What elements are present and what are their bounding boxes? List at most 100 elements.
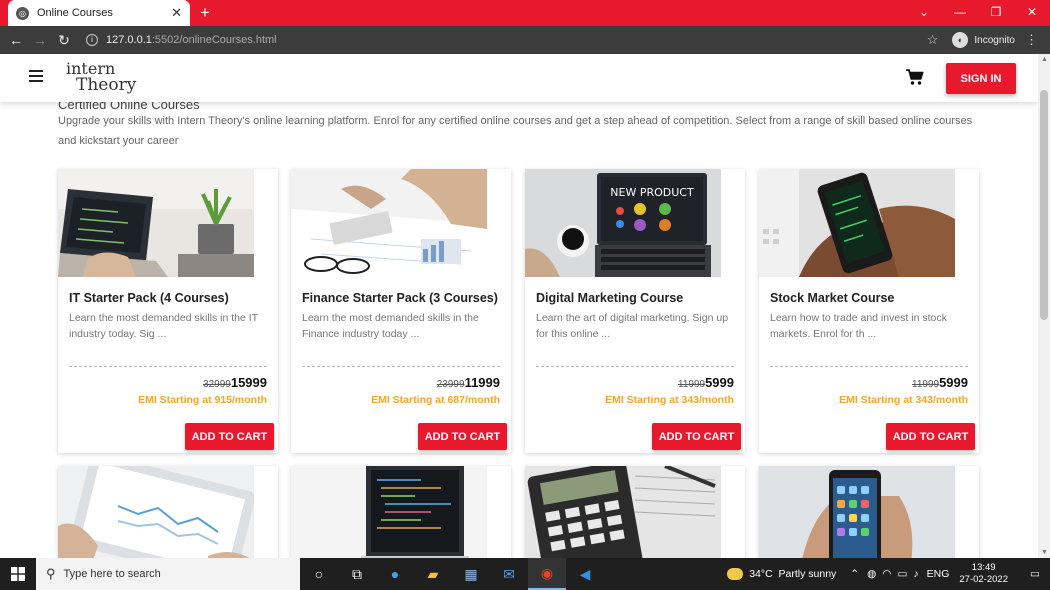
course-title[interactable]: IT Starter Pack (4 Courses): [69, 291, 229, 305]
weather-widget[interactable]: 34°C Partly sunny: [727, 568, 836, 580]
restore-icon[interactable]: ❐: [978, 0, 1014, 26]
browser-menu-icon[interactable]: ⋮: [1025, 32, 1038, 48]
course-title[interactable]: Digital Marketing Course: [536, 291, 683, 305]
course-image-coding: [291, 466, 487, 558]
shopping-cart-icon[interactable]: [905, 68, 925, 86]
thumb-new-product-text: NEW PRODUCT: [610, 186, 694, 199]
wifi-icon[interactable]: ◠: [882, 568, 891, 580]
scroll-up-icon[interactable]: ▲: [1041, 56, 1048, 63]
url-field[interactable]: i 127.0.0.1:5502/onlineCourses.html: [86, 34, 927, 46]
course-description: Learn the art of digital marketing. Sign…: [536, 312, 729, 340]
course-card-row2-2[interactable]: [291, 466, 511, 558]
course-card-finance[interactable]: Finance Starter Pack (3 Courses) Learn t…: [291, 169, 511, 453]
new-price: 5999: [705, 375, 734, 390]
course-image-digital-marketing: NEW PRODUCT: [525, 169, 721, 277]
old-price: 11999: [912, 379, 940, 390]
course-description: Learn the most demanded skills in the IT…: [69, 312, 258, 340]
add-to-cart-button[interactable]: ADD TO CART: [652, 423, 741, 450]
site-header: intern Theory SIGN IN: [0, 54, 1038, 102]
old-price: 32999: [203, 379, 231, 390]
price-divider: [302, 366, 500, 367]
forward-icon[interactable]: →: [28, 32, 52, 48]
course-image-it: [58, 169, 254, 277]
add-to-cart-button[interactable]: ADD TO CART: [418, 423, 507, 450]
site-info-icon[interactable]: i: [86, 34, 98, 46]
course-card-row2-1[interactable]: [58, 466, 278, 558]
course-description: Learn the most demanded skills in the Fi…: [302, 312, 479, 340]
windows-start-icon[interactable]: [0, 567, 36, 581]
add-to-cart-button[interactable]: ADD TO CART: [185, 423, 274, 450]
microsoft-store-icon[interactable]: ▦: [452, 558, 490, 590]
partly-sunny-icon: [727, 568, 744, 580]
section-description: Upgrade your skills with Intern Theory's…: [58, 115, 973, 147]
add-to-cart-button[interactable]: ADD TO CART: [886, 423, 975, 450]
browser-tab[interactable]: ◎ Online Courses ✕: [8, 0, 190, 26]
new-price: 5999: [939, 375, 968, 390]
intern-theory-logo[interactable]: intern Theory: [66, 59, 136, 99]
page-viewport: intern Theory SIGN IN Certified Online C…: [0, 54, 1038, 558]
edge-icon[interactable]: ●: [376, 558, 414, 590]
course-price: 119995999: [678, 375, 734, 390]
minimize-icon[interactable]: —: [942, 0, 978, 26]
globe-icon: ◎: [16, 6, 29, 20]
course-title[interactable]: Finance Starter Pack (3 Courses): [302, 291, 498, 305]
course-description: Learn how to trade and invest in stock m…: [770, 312, 947, 340]
course-image-finance: [291, 169, 487, 277]
back-icon[interactable]: ←: [4, 32, 28, 48]
course-card-row2-3[interactable]: [525, 466, 745, 558]
window-controls: ⌄ — ❐ ✕: [906, 0, 1050, 26]
price-divider: [69, 366, 267, 367]
course-price: 2399911999: [437, 375, 500, 390]
page-scrollbar[interactable]: ▲ ▼: [1038, 54, 1050, 558]
emi-info: EMI Starting at 915/month: [138, 394, 267, 406]
cortana-icon[interactable]: ○: [300, 558, 338, 590]
browser-tab-strip: ◎ Online Courses ✕ + ⌄ — ❐ ✕: [0, 0, 1050, 26]
system-tray: 34°C Partly sunny ⌃ ◍ ◠ ▭ ♪ ENG 13:49 27…: [727, 562, 1050, 586]
file-explorer-icon[interactable]: ▰: [414, 558, 452, 590]
tab-search-icon[interactable]: ⌄: [906, 0, 942, 26]
tray-chevron-icon[interactable]: ⌃: [850, 568, 859, 580]
course-image-mobile-apps: [759, 466, 955, 558]
task-view-icon[interactable]: ⧉: [338, 558, 376, 590]
close-window-icon[interactable]: ✕: [1014, 0, 1050, 26]
course-card-stock-market[interactable]: Stock Market Course Learn how to trade a…: [759, 169, 979, 453]
new-tab-icon[interactable]: +: [200, 3, 210, 23]
bookmark-star-icon[interactable]: ☆: [927, 32, 939, 48]
emi-info: EMI Starting at 687/month: [371, 394, 500, 406]
hamburger-menu-icon[interactable]: [29, 70, 43, 82]
chrome-icon[interactable]: ◉: [528, 558, 566, 590]
reload-icon[interactable]: ↻: [52, 32, 76, 49]
course-price: 3299915999: [203, 375, 267, 390]
taskbar-clock[interactable]: 13:49 27-02-2022: [959, 562, 1008, 586]
weather-text: Partly sunny: [778, 568, 837, 580]
volume-icon[interactable]: ♪: [913, 568, 918, 580]
mail-icon[interactable]: ✉: [490, 558, 528, 590]
notification-icon[interactable]: ▭: [1020, 568, 1050, 580]
sign-in-button[interactable]: SIGN IN: [946, 63, 1016, 94]
network-icon[interactable]: ◍: [867, 568, 876, 580]
taskbar-search-placeholder: Type here to search: [63, 568, 161, 580]
tab-title: Online Courses: [37, 7, 113, 19]
course-title[interactable]: Stock Market Course: [770, 291, 894, 305]
windows-taskbar: ⚲ Type here to search ○ ⧉ ● ▰ ▦ ✉ ◉ ◀ 34…: [0, 558, 1050, 590]
course-card-row2-4[interactable]: [759, 466, 979, 558]
incognito-icon: ◐: [952, 32, 969, 48]
scroll-down-icon[interactable]: ▼: [1041, 549, 1048, 556]
course-card-digital-marketing[interactable]: NEW PRODUCT Digital Marketing Course Lea…: [525, 169, 745, 453]
old-price: 11999: [678, 379, 706, 390]
taskbar-search-box[interactable]: ⚲ Type here to search: [36, 558, 300, 590]
close-tab-icon[interactable]: ✕: [171, 5, 182, 21]
language-indicator[interactable]: ENG: [927, 568, 950, 580]
temperature: 34°C: [749, 568, 773, 580]
course-card-it[interactable]: IT Starter Pack (4 Courses) Learn the mo…: [58, 169, 278, 453]
scrollbar-thumb[interactable]: [1040, 90, 1048, 320]
battery-icon[interactable]: ▭: [897, 568, 907, 580]
address-bar: ← → ↻ i 127.0.0.1:5502/onlineCourses.htm…: [0, 26, 1050, 54]
incognito-badge[interactable]: ◐ Incognito: [952, 32, 1015, 48]
course-image-accounting: [525, 466, 721, 558]
incognito-label: Incognito: [974, 34, 1015, 46]
price-divider: [536, 366, 734, 367]
search-icon: ⚲: [46, 566, 56, 581]
vscode-icon[interactable]: ◀: [566, 558, 604, 590]
course-price: 119995999: [912, 375, 968, 390]
